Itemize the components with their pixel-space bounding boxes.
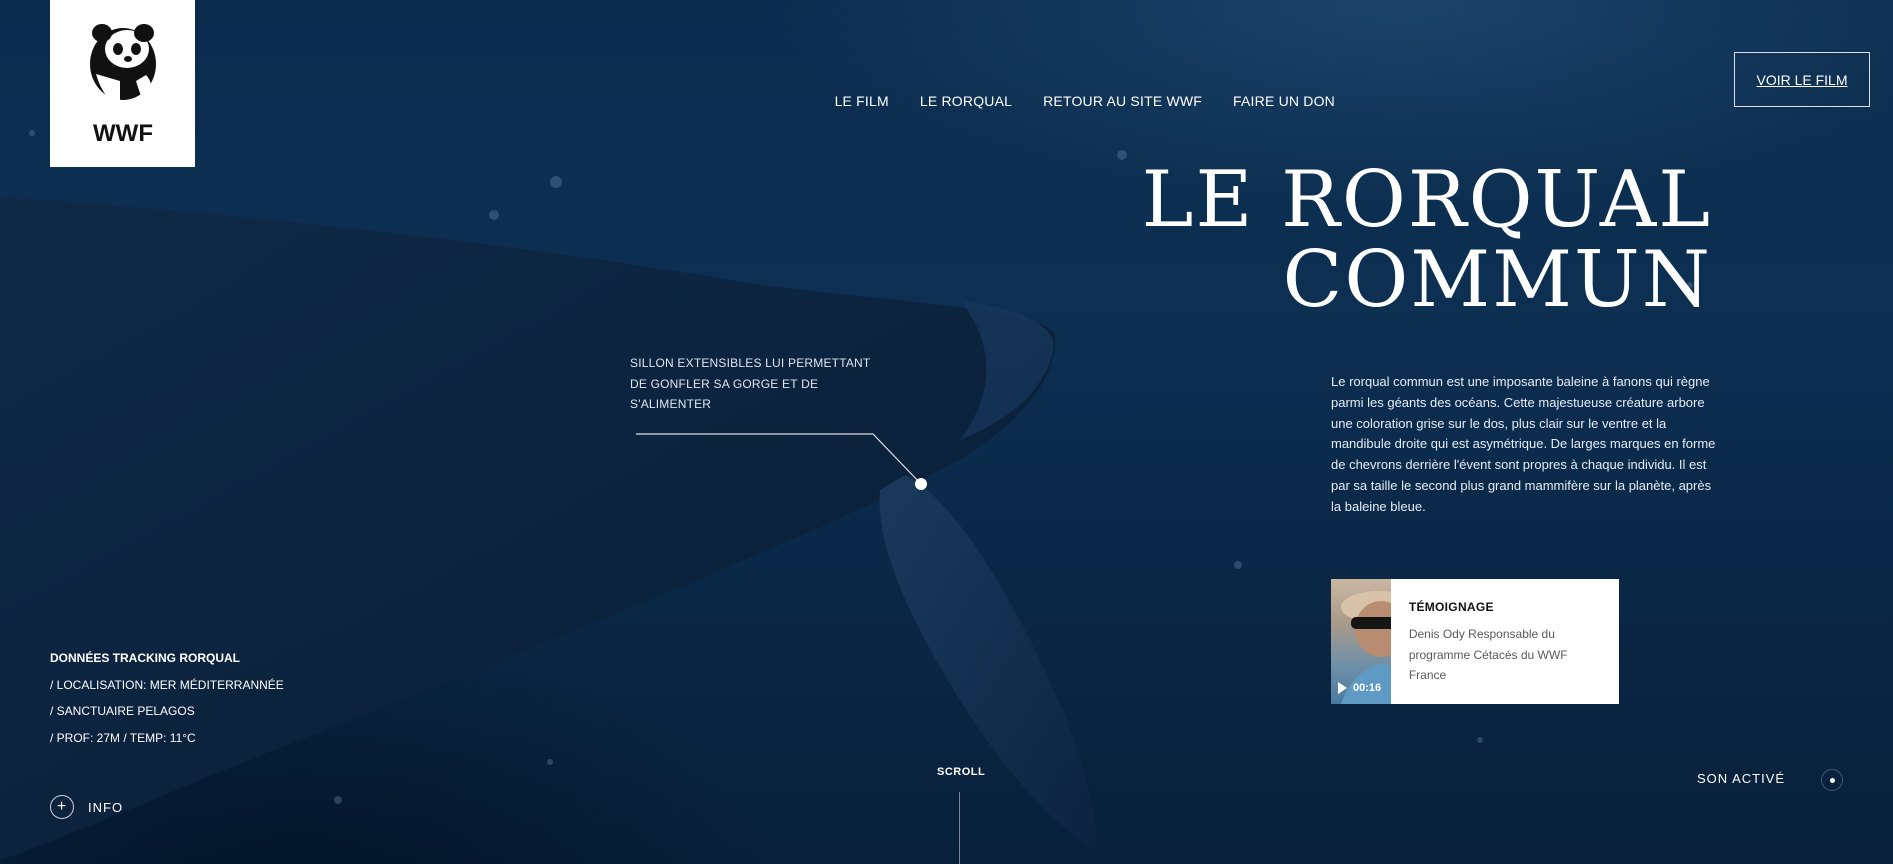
testimony-body: TÉMOIGNAGE Denis Ody Responsable du prog…	[1391, 579, 1619, 704]
title-line-2: COMMUN	[1282, 235, 1712, 325]
testimony-text: Denis Ody Responsable du programme Cétac…	[1408, 627, 1568, 682]
svg-text:WWF: WWF	[93, 120, 153, 147]
title-line-1: LE RORQUAL	[1141, 155, 1712, 245]
nav-item-faire-un-don[interactable]: FAIRE UN DON	[1233, 93, 1335, 109]
page-title: LE RORQUAL COMMUN	[1142, 160, 1712, 320]
info-label: INFO	[88, 799, 124, 815]
testimony-card[interactable]: 00:16 TÉMOIGNAGE Denis Ody Responsable d…	[1331, 579, 1619, 704]
tracking-location: / LOCALISATION: MER MÉDITERRANNÉE	[50, 677, 284, 692]
duration-text: 00:16	[1353, 682, 1382, 694]
tracking-depth-temp: / PROF: 27M / TEMP: 11°C	[50, 730, 196, 745]
tracking-sanctuary: / SANCTUAIRE PELAGOS	[50, 704, 195, 718]
testimony-thumbnail[interactable]: 00:16	[1331, 579, 1391, 704]
voir-le-film-button[interactable]: VOIR LE FILM	[1734, 52, 1870, 107]
main-nav: LE FILM LE RORQUAL RETOUR AU SITE WWF FA…	[835, 93, 1335, 109]
scroll-line	[959, 792, 960, 864]
video-duration: 00:16	[1338, 682, 1381, 694]
nav-item-le-rorqual[interactable]: LE RORQUAL	[920, 93, 1012, 109]
testimony-label: TÉMOIGNAGE	[1408, 600, 1494, 614]
tracking-data: DONNÉES TRACKING RORQUAL / LOCALISATION:…	[50, 645, 284, 751]
tracking-heading: DONNÉES TRACKING RORQUAL	[50, 651, 241, 665]
plus-circle-icon[interactable]: +	[50, 795, 74, 819]
callout-line-2: DE GONFLER SA GORGE ET DE	[630, 376, 819, 391]
panda-icon: WWF	[89, 23, 156, 147]
sound-toggle-icon[interactable]	[1821, 769, 1843, 791]
info-button[interactable]: + INFO	[50, 795, 123, 819]
callout-line-1: SILLON EXTENSIBLES LUI PERMETTANT	[630, 356, 871, 370]
callout-line-3: S'ALIMENTER	[630, 397, 712, 411]
nav-item-retour-site-wwf[interactable]: RETOUR AU SITE WWF	[1043, 93, 1202, 109]
scroll-indicator[interactable]: SCROLL	[937, 766, 985, 778]
anatomy-callout: SILLON EXTENSIBLES LUI PERMETTANT DE GON…	[630, 353, 880, 415]
play-icon[interactable]	[1338, 682, 1347, 694]
wwf-logo[interactable]: WWF	[50, 0, 195, 167]
callout-marker	[915, 478, 927, 490]
nav-item-le-film[interactable]: LE FILM	[835, 93, 889, 109]
sound-toggle-label[interactable]: SON ACTIVÉ	[1697, 771, 1785, 786]
intro-paragraph: Le rorqual commun est une imposante bale…	[1331, 374, 1716, 514]
